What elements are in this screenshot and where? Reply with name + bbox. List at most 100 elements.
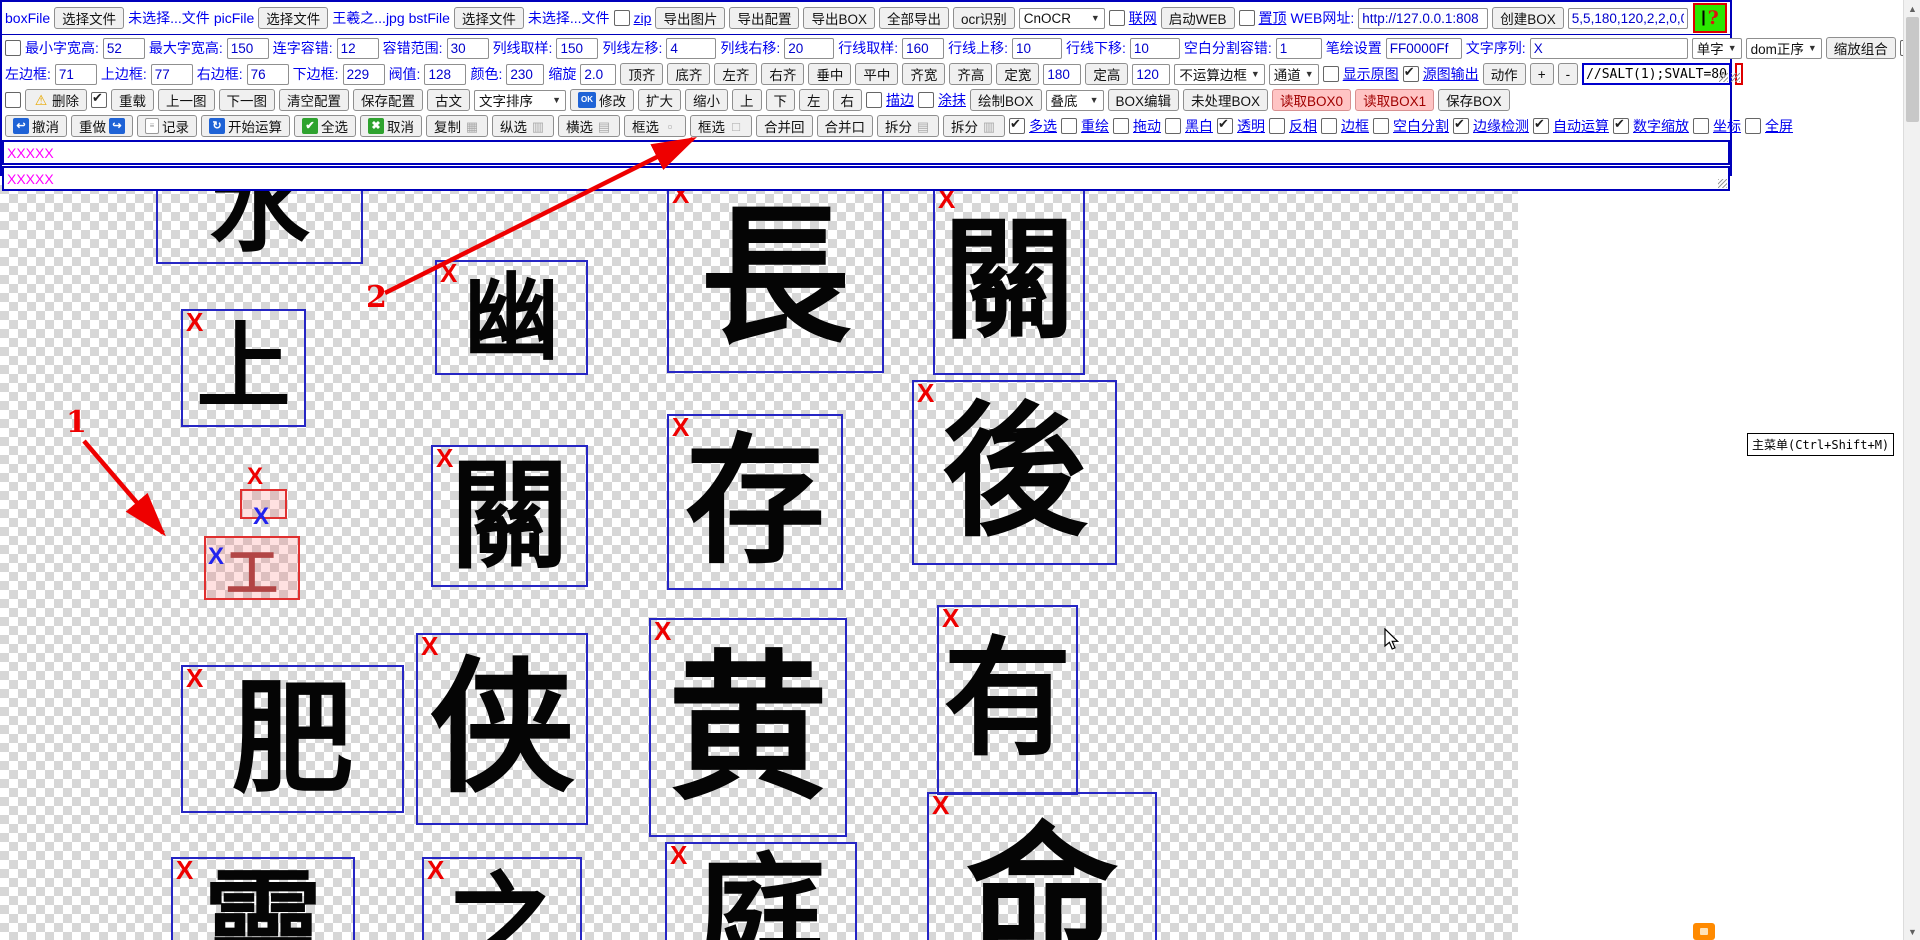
- char-box[interactable]: 黄X: [649, 618, 847, 837]
- smear-checkbox[interactable]: [918, 92, 934, 108]
- fixed-height-button[interactable]: 定高: [1085, 63, 1129, 85]
- source-output-label[interactable]: 源图输出: [1423, 64, 1479, 84]
- network-checkbox[interactable]: [1108, 10, 1125, 26]
- read-box1-button[interactable]: 读取BOX1: [1355, 89, 1435, 111]
- ligature-tolerance-input[interactable]: [336, 37, 379, 59]
- delete-x-mark[interactable]: X: [186, 309, 203, 335]
- col-line-left-input[interactable]: [666, 37, 717, 59]
- fullscreen-label[interactable]: 全屏: [1765, 116, 1793, 136]
- prev-image-button[interactable]: 上一图: [158, 89, 215, 111]
- zip-label[interactable]: zip: [634, 10, 652, 26]
- fixed-height-input[interactable]: [1132, 63, 1171, 85]
- aux-textarea[interactable]: [1730, 63, 1743, 85]
- export-image-button[interactable]: 导出图片: [655, 7, 726, 29]
- reload-button[interactable]: 重载: [111, 89, 154, 111]
- vertical-scrollbar[interactable]: ▲ ▼: [1903, 0, 1920, 940]
- box-select-small-button[interactable]: 框选 ▫: [624, 115, 686, 137]
- align-left-button[interactable]: 左齐: [714, 63, 758, 85]
- transparent-label[interactable]: 透明: [1237, 116, 1265, 136]
- char-box[interactable]: 幽X: [435, 260, 588, 375]
- enlarge-button[interactable]: 扩大: [638, 89, 681, 111]
- outline-checkbox[interactable]: [866, 92, 882, 108]
- row-line-sample-input[interactable]: [902, 37, 945, 59]
- text-sort-select[interactable]: 文字排序 ▼: [474, 89, 566, 111]
- threshold-input[interactable]: [424, 63, 467, 85]
- split-v-button[interactable]: 拆分 ▥: [943, 115, 1005, 137]
- ocr-recognize-button[interactable]: ocr识别: [952, 7, 1015, 29]
- outline-label[interactable]: 描边: [886, 90, 914, 110]
- drag-label[interactable]: 拖动: [1133, 116, 1161, 136]
- split-h-button[interactable]: 拆分 ▤: [877, 115, 939, 137]
- char-box[interactable]: 靈X: [171, 857, 355, 940]
- x-mark[interactable]: X: [253, 505, 269, 529]
- ocr-engine-select[interactable]: CnOCR ▼: [1018, 7, 1105, 29]
- save-box-button[interactable]: 保存BOX: [1438, 89, 1510, 111]
- copy-button[interactable]: 复制 ▦: [426, 115, 488, 137]
- notification-icon[interactable]: [1693, 923, 1715, 940]
- topmost-checkbox[interactable]: [1238, 10, 1255, 26]
- show-original-label[interactable]: 显示原图: [1343, 64, 1399, 84]
- start-web-button[interactable]: 启动WEB: [1160, 7, 1235, 29]
- plus-button[interactable]: +: [1529, 63, 1554, 85]
- text-row[interactable]: XXXXX: [2, 140, 1730, 165]
- help-icon[interactable]: |?: [1693, 3, 1727, 33]
- center-horizontal-button[interactable]: 平中: [855, 63, 899, 85]
- delete-button[interactable]: ⚠ 删除: [25, 89, 87, 111]
- digit-zoom-checkbox[interactable]: [1613, 116, 1629, 134]
- char-box[interactable]: 命X: [927, 792, 1157, 940]
- align-right-button[interactable]: 右齐: [761, 63, 805, 85]
- box-edit-button[interactable]: BOX编辑: [1107, 89, 1180, 111]
- action-button[interactable]: 动作: [1482, 63, 1526, 85]
- create-box-params-input[interactable]: [1567, 7, 1688, 29]
- box-select-button[interactable]: 框选 □: [690, 115, 752, 137]
- border-label[interactable]: 边框: [1341, 116, 1369, 136]
- shrink-button[interactable]: 缩小: [685, 89, 728, 111]
- delete-x-mark[interactable]: X: [436, 445, 453, 471]
- bw-label[interactable]: 黑白: [1185, 116, 1213, 136]
- create-box-button[interactable]: 创建BOX: [1492, 7, 1564, 29]
- next-image-button[interactable]: 下一图: [218, 89, 275, 111]
- channel-select[interactable]: 通道 ▼: [1268, 63, 1319, 85]
- network-label[interactable]: 联网: [1129, 8, 1157, 28]
- undo-button[interactable]: ↩ 撤消: [5, 115, 67, 137]
- delete-x-mark[interactable]: X: [186, 665, 203, 691]
- multi-select-checkbox[interactable]: [1009, 116, 1025, 134]
- bstfile-choose-button[interactable]: 选择文件: [453, 7, 524, 29]
- export-all-button[interactable]: 全部导出: [878, 7, 949, 29]
- show-original-checkbox[interactable]: [1322, 66, 1339, 82]
- delete-x-mark[interactable]: X: [176, 857, 193, 883]
- source-output-checkbox[interactable]: [1402, 64, 1419, 82]
- char-box[interactable]: 存X: [667, 414, 843, 590]
- digit-zoom-label[interactable]: 数字缩放: [1633, 116, 1689, 136]
- move-left-button[interactable]: 左: [799, 89, 829, 111]
- char-box[interactable]: 後X: [912, 380, 1117, 565]
- resize-handle[interactable]: [1718, 179, 1727, 188]
- blank-split-tolerance-input[interactable]: [1275, 37, 1322, 59]
- merge-open-button[interactable]: 合并口: [816, 115, 873, 137]
- blend-select[interactable]: 叠底 ▼: [1045, 89, 1104, 111]
- text-sequence-input[interactable]: [1529, 37, 1688, 59]
- equal-width-button[interactable]: 齐宽: [902, 63, 946, 85]
- export-config-button[interactable]: 导出配置: [729, 7, 800, 29]
- annotation-canvas[interactable]: 水上X幽X長X關X關X存X後X肥X侠X黄X有X靈X之X庭X命X工XXX: [0, 176, 1903, 940]
- color-input[interactable]: [506, 63, 545, 85]
- row-select-button[interactable]: 横选 ▤: [558, 115, 620, 137]
- unprocessed-box-button[interactable]: 未处理BOX: [1183, 89, 1269, 111]
- edge-detect-label[interactable]: 边缘检测: [1473, 116, 1529, 136]
- col-line-right-input[interactable]: [784, 37, 835, 59]
- blank-split-checkbox[interactable]: [1373, 118, 1389, 134]
- text-row[interactable]: XXXXX: [2, 166, 1730, 191]
- row-line-down-input[interactable]: [1129, 37, 1180, 59]
- blank-split-label[interactable]: 空白分割: [1393, 116, 1449, 136]
- dom-order-select[interactable]: dom正序 ▼: [1745, 37, 1822, 59]
- script-textarea[interactable]: //SALT(1);SVALT=80: [1582, 63, 1731, 85]
- char-box[interactable]: 之X: [422, 857, 582, 940]
- no-calc-border-select[interactable]: 不运算边框 ▼: [1174, 63, 1265, 85]
- delete-x-mark[interactable]: X: [670, 842, 687, 868]
- char-mode-select[interactable]: 单字 ▼: [1691, 37, 1742, 59]
- bw-checkbox[interactable]: [1165, 118, 1181, 134]
- draw-box-button[interactable]: 绘制BOX: [970, 89, 1042, 111]
- record-button[interactable]: ≡ 记录: [137, 115, 197, 137]
- move-right-button[interactable]: 右: [832, 89, 862, 111]
- web-url-input[interactable]: [1358, 7, 1489, 29]
